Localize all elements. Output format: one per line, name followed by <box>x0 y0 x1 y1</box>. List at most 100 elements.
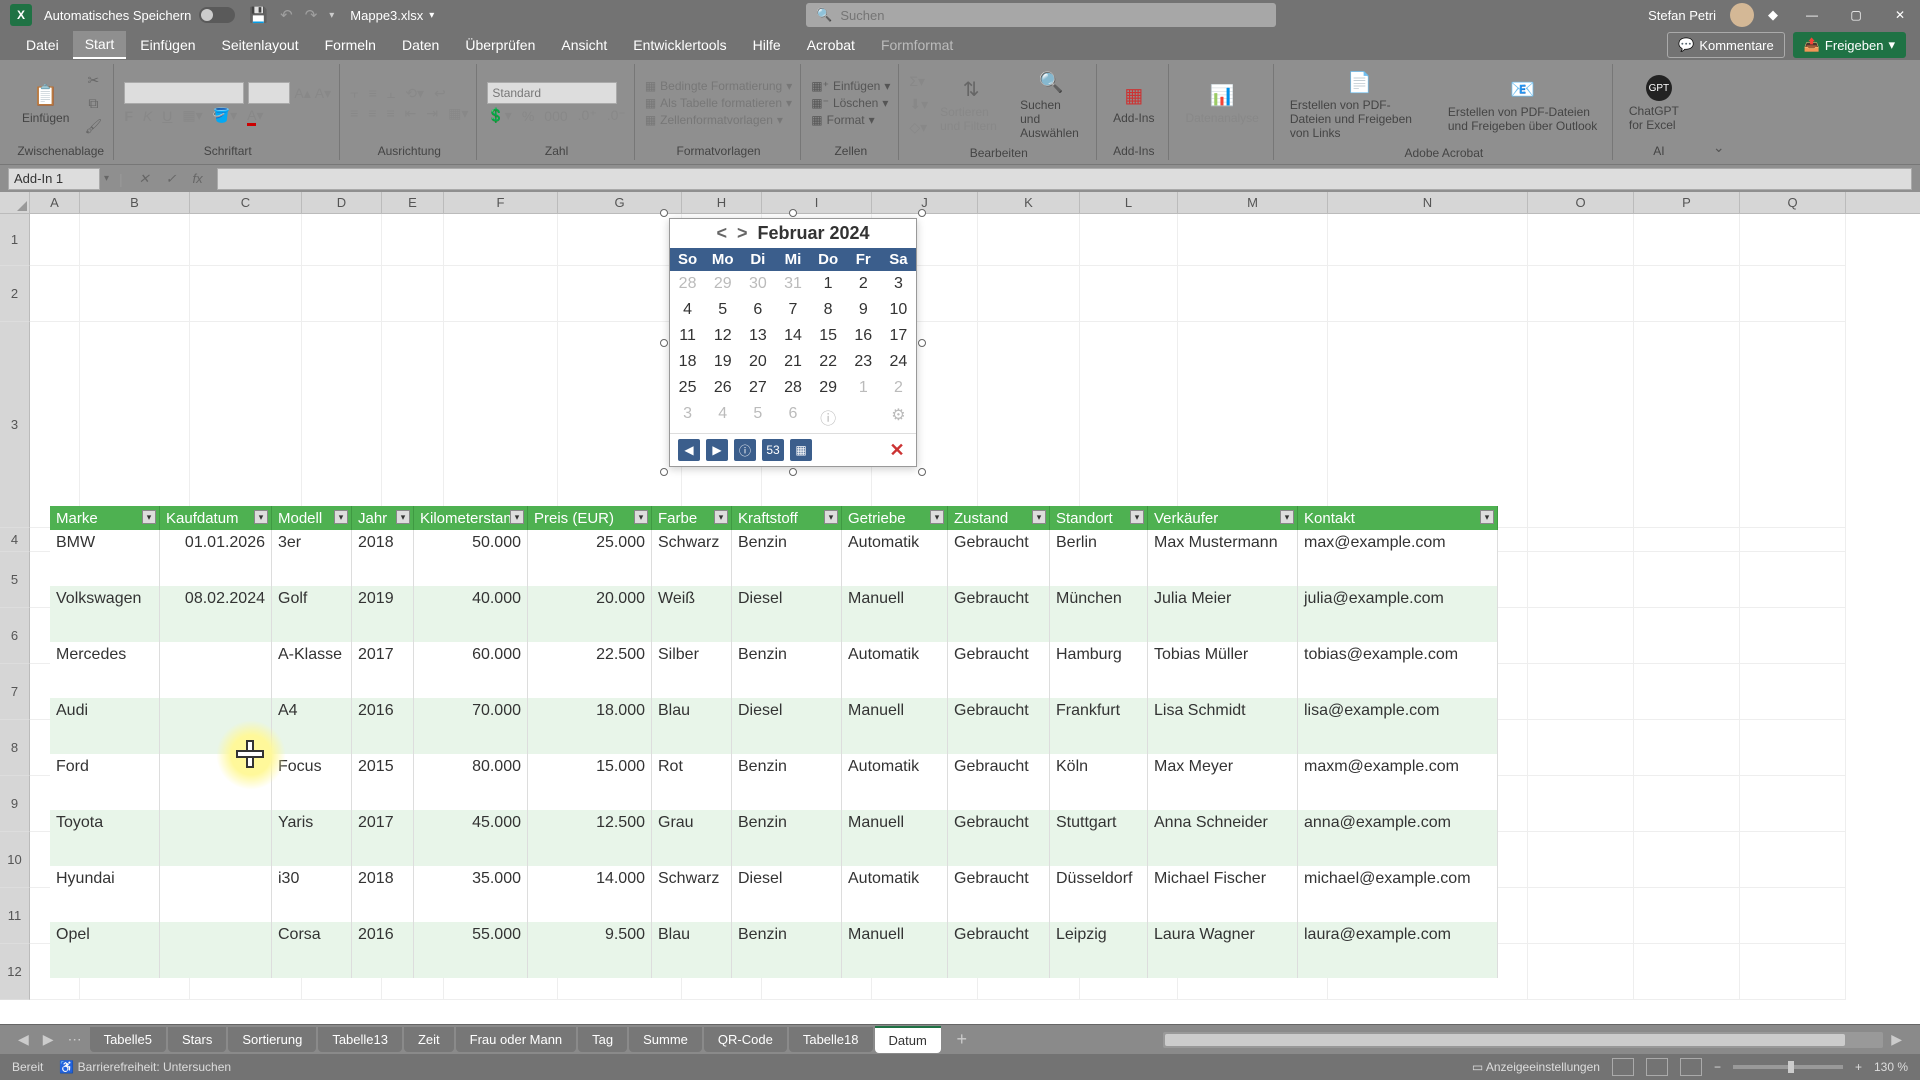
format-cells-button[interactable]: ▦Format▾ <box>811 113 890 127</box>
insert-cells-button[interactable]: ▦⁺Einfügen▾ <box>811 79 890 93</box>
table-cell[interactable]: 14.000 <box>528 866 652 922</box>
table-row[interactable]: OpelCorsa201655.0009.500BlauBenzinManuel… <box>50 922 1498 978</box>
calendar-day[interactable]: 13 <box>740 323 775 349</box>
calendar-day[interactable]: 2 <box>881 375 916 401</box>
table-cell[interactable]: Tobias Müller <box>1148 642 1298 698</box>
calendar-day[interactable]: 10 <box>881 297 916 323</box>
table-cell[interactable]: Gebraucht <box>948 642 1050 698</box>
inc-decimal-icon[interactable]: .0⁺ <box>578 107 597 124</box>
sheet-tab-qr-code[interactable]: QR-Code <box>704 1027 787 1052</box>
calendar-day[interactable]: 28 <box>775 375 810 401</box>
table-cell[interactable] <box>160 810 272 866</box>
sheet-nav-prev-icon[interactable]: ◀ <box>12 1031 35 1048</box>
table-cell[interactable]: maxm@example.com <box>1298 754 1498 810</box>
format-as-table-button[interactable]: ▦Als Tabelle formatieren▾ <box>645 96 792 110</box>
bold-button[interactable]: F <box>124 108 133 124</box>
table-cell[interactable]: Köln <box>1050 754 1148 810</box>
table-cell[interactable]: 2016 <box>352 922 414 978</box>
table-cell[interactable]: Ford <box>50 754 160 810</box>
merge-icon[interactable]: ▦▾ <box>448 105 468 122</box>
minimize-button[interactable]: — <box>1802 5 1822 25</box>
calendar-day[interactable]: 4 <box>670 297 705 323</box>
table-row[interactable]: ToyotaYaris201745.00012.500GrauBenzinMan… <box>50 810 1498 866</box>
filename[interactable]: Mappe3.xlsx <box>350 8 423 23</box>
calendar-day[interactable]: ⚙ <box>881 401 916 433</box>
calendar-day[interactable]: 12 <box>705 323 740 349</box>
table-row[interactable]: Hyundaii30201835.00014.000SchwarzDieselA… <box>50 866 1498 922</box>
table-row[interactable]: AudiA4201670.00018.000BlauDieselManuellG… <box>50 698 1498 754</box>
table-cell[interactable]: Diesel <box>732 866 842 922</box>
table-cell[interactable]: 55.000 <box>414 922 528 978</box>
col-header-G[interactable]: G <box>558 192 682 213</box>
filter-icon[interactable]: ▾ <box>142 510 156 524</box>
find-select-button[interactable]: 🔍Suchen und Auswählen <box>1014 64 1088 144</box>
col-header-F[interactable]: F <box>444 192 558 213</box>
row-header-5[interactable]: 5 <box>0 552 30 608</box>
fill-color-button[interactable]: 🪣▾ <box>213 107 237 124</box>
data-table[interactable]: Marke▾Kaufdatum▾Modell▾Jahr▾Kilometersta… <box>50 506 1498 978</box>
table-cell[interactable]: 2016 <box>352 698 414 754</box>
calendar-day[interactable]: 5 <box>705 297 740 323</box>
border-button[interactable]: ▦▾ <box>182 107 202 124</box>
autosave-toggle[interactable] <box>199 7 235 23</box>
view-normal-icon[interactable] <box>1612 1058 1634 1076</box>
filter-icon[interactable]: ▾ <box>254 510 268 524</box>
calendar-day[interactable]: 25 <box>670 375 705 401</box>
table-cell[interactable]: Gebraucht <box>948 922 1050 978</box>
row-header-6[interactable]: 6 <box>0 608 30 664</box>
tab-hilfe[interactable]: Hilfe <box>741 32 793 58</box>
align-right-icon[interactable]: ≡ <box>386 105 394 121</box>
table-cell[interactable]: Diesel <box>732 698 842 754</box>
sort-filter-button[interactable]: ⇅Sortieren und Filtern <box>934 71 1008 137</box>
tab-überprüfen[interactable]: Überprüfen <box>453 32 547 58</box>
table-cell[interactable]: Frankfurt <box>1050 698 1148 754</box>
currency-icon[interactable]: 💲▾ <box>487 107 511 124</box>
table-cell[interactable]: Rot <box>652 754 732 810</box>
align-left-icon[interactable]: ≡ <box>350 105 358 121</box>
redo-icon[interactable]: ↷ <box>305 6 318 24</box>
table-cell[interactable]: max@example.com <box>1298 530 1498 586</box>
table-cell[interactable] <box>160 698 272 754</box>
zoom-out-button[interactable]: − <box>1714 1060 1721 1074</box>
tab-entwicklertools[interactable]: Entwicklertools <box>621 32 738 58</box>
calendar-day[interactable]: 16 <box>846 323 881 349</box>
table-cell[interactable]: Stuttgart <box>1050 810 1148 866</box>
table-cell[interactable]: Manuell <box>842 922 948 978</box>
sheet-tab-tabelle13[interactable]: Tabelle13 <box>318 1027 402 1052</box>
fx-icon[interactable]: fx <box>186 171 208 186</box>
table-cell[interactable]: A-Klasse <box>272 642 352 698</box>
table-cell[interactable]: 45.000 <box>414 810 528 866</box>
calendar-grid[interactable]: 2829303112345678910111213141516171819202… <box>670 271 916 433</box>
zoom-slider[interactable] <box>1733 1065 1843 1069</box>
clear-icon[interactable]: ◇▾ <box>909 119 928 136</box>
hscroll-right-icon[interactable]: ▶ <box>1885 1031 1908 1048</box>
orientation-icon[interactable]: ⟲▾ <box>405 85 424 102</box>
filter-icon[interactable]: ▾ <box>1280 510 1294 524</box>
sheet-tab-frau oder mann[interactable]: Frau oder Mann <box>456 1027 577 1052</box>
table-header-marke[interactable]: Marke▾ <box>50 506 160 530</box>
calendar-day[interactable]: 26 <box>705 375 740 401</box>
table-cell[interactable]: BMW <box>50 530 160 586</box>
calendar-day[interactable]: 28 <box>670 271 705 297</box>
table-cell[interactable]: michael@example.com <box>1298 866 1498 922</box>
table-cell[interactable]: Manuell <box>842 810 948 866</box>
table-row[interactable]: Volkswagen08.02.2024Golf201940.00020.000… <box>50 586 1498 642</box>
col-header-H[interactable]: H <box>682 192 762 213</box>
table-row[interactable]: BMW01.01.20263er201850.00025.000SchwarzB… <box>50 530 1498 586</box>
tab-daten[interactable]: Daten <box>390 32 451 58</box>
col-header-M[interactable]: M <box>1178 192 1328 213</box>
cut-button[interactable]: ✂ <box>81 70 105 90</box>
calendar-day[interactable]: 6 <box>775 401 810 433</box>
namebox-dropdown-icon[interactable]: ▾ <box>104 173 109 184</box>
zoom-in-button[interactable]: + <box>1855 1060 1862 1074</box>
table-cell[interactable]: Benzin <box>732 642 842 698</box>
table-cell[interactable]: 18.000 <box>528 698 652 754</box>
col-header-J[interactable]: J <box>872 192 978 213</box>
calendar-day[interactable]: 31 <box>775 271 810 297</box>
calendar-popup[interactable]: < > Februar 2024 SoMoDiMiDoFrSa 28293031… <box>669 218 917 467</box>
col-header-B[interactable]: B <box>80 192 190 213</box>
table-cell[interactable]: Max Mustermann <box>1148 530 1298 586</box>
calendar-next-button[interactable]: > <box>737 223 748 244</box>
calendar-tool-prev-icon[interactable]: ◀ <box>678 439 700 461</box>
table-cell[interactable]: tobias@example.com <box>1298 642 1498 698</box>
